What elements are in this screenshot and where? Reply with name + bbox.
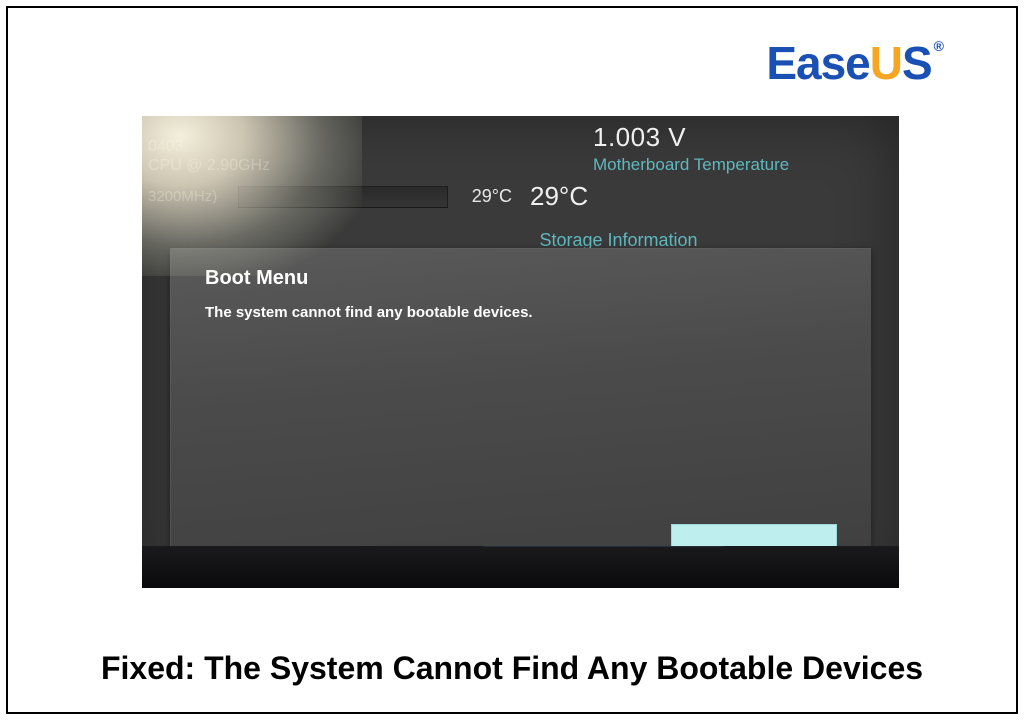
temp-bar-indicator xyxy=(238,186,448,208)
boot-menu-message: The system cannot find any bootable devi… xyxy=(205,304,837,321)
monitor-bezel xyxy=(142,546,899,588)
logo-part-s: S xyxy=(902,37,932,89)
boot-menu-title: Boot Menu xyxy=(205,267,837,290)
logo-text: EaseUS xyxy=(766,36,931,90)
article-title: Fixed: The System Cannot Find Any Bootab… xyxy=(8,648,1016,688)
voltage-value: 1.003 V xyxy=(593,122,889,153)
memory-speed-partial: 3200MHz) xyxy=(148,188,238,205)
logo-part-u: U xyxy=(870,37,902,89)
temp-large: 29°C xyxy=(530,181,588,212)
registered-icon: ® xyxy=(934,38,944,54)
bios-screenshot: 0403 CPU @ 2.90GHz 1.003 V Motherboard T… xyxy=(142,116,899,588)
logo-part-ease: Ease xyxy=(766,37,869,89)
motherboard-temp-label: Motherboard Temperature xyxy=(593,155,889,175)
cpu-version-partial: 0403 xyxy=(148,137,270,156)
boot-menu-dialog: Boot Menu The system cannot find any boo… xyxy=(170,248,871,570)
bios-info-panel: 0403 CPU @ 2.90GHz 1.003 V Motherboard T… xyxy=(142,116,899,246)
easeus-logo: EaseUS ® xyxy=(766,36,944,90)
cpu-speed-partial: CPU @ 2.90GHz xyxy=(148,156,270,175)
temp-small: 29°C xyxy=(454,186,512,207)
card-frame: EaseUS ® 0403 CPU @ 2.90GHz 1.003 V Moth… xyxy=(6,6,1018,714)
